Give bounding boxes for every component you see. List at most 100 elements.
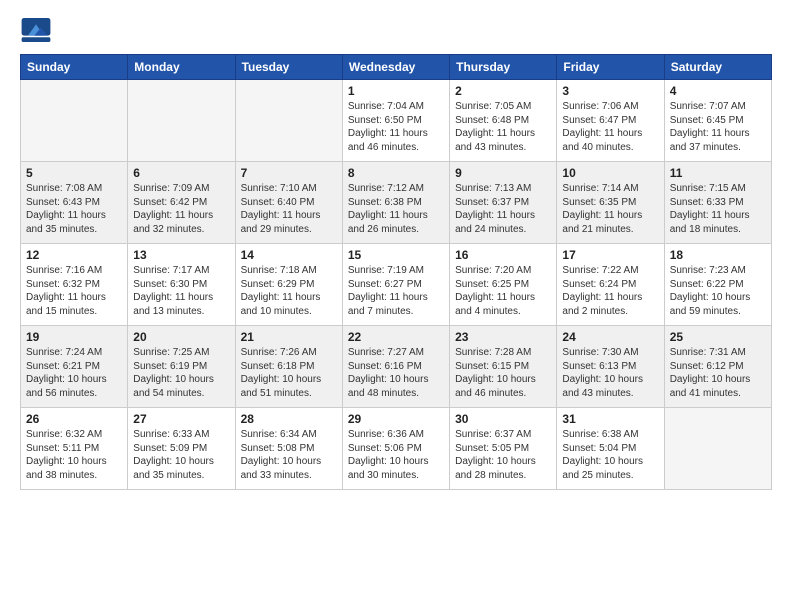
day-info: Sunrise: 7:31 AM Sunset: 6:12 PM Dayligh… (670, 346, 766, 400)
day-info: Sunrise: 6:32 AM Sunset: 5:11 PM Dayligh… (26, 428, 122, 482)
calendar-cell: 19 Sunrise: 7:24 AM Sunset: 6:21 PM Dayli… (21, 326, 128, 408)
day-number: 4 (670, 84, 766, 98)
day-info: Sunrise: 6:36 AM Sunset: 5:06 PM Dayligh… (348, 428, 444, 482)
day-number: 29 (348, 412, 444, 426)
calendar-cell: 26 Sunrise: 6:32 AM Sunset: 5:11 PM Dayli… (21, 408, 128, 490)
header (20, 16, 772, 44)
calendar-cell: 12 Sunrise: 7:16 AM Sunset: 6:32 PM Dayli… (21, 244, 128, 326)
weekday-header-row: SundayMondayTuesdayWednesdayThursdayFrid… (21, 55, 772, 80)
calendar-cell: 24 Sunrise: 7:30 AM Sunset: 6:13 PM Dayli… (557, 326, 664, 408)
calendar-cell (21, 80, 128, 162)
calendar-cell: 6Sunrise: 7:09 AM Sunset: 6:42 PM Daylig… (128, 162, 235, 244)
logo-icon (20, 16, 52, 44)
calendar-cell: 11 Sunrise: 7:15 AM Sunset: 6:33 PM Dayli… (664, 162, 771, 244)
day-number: 19 (26, 330, 122, 344)
day-info: Sunrise: 7:24 AM Sunset: 6:21 PM Dayligh… (26, 346, 122, 400)
day-number: 28 (241, 412, 337, 426)
day-number: 20 (133, 330, 229, 344)
calendar-cell: 10 Sunrise: 7:14 AM Sunset: 6:35 PM Dayli… (557, 162, 664, 244)
calendar-cell: 9 Sunrise: 7:13 AM Sunset: 6:37 PM Daylig… (450, 162, 557, 244)
week-row-1: 1 Sunrise: 7:04 AM Sunset: 6:50 PM Daylig… (21, 80, 772, 162)
day-info: Sunrise: 7:07 AM Sunset: 6:45 PM Dayligh… (670, 100, 766, 154)
weekday-header-saturday: Saturday (664, 55, 771, 80)
day-info: Sunrise: 7:10 AM Sunset: 6:40 PM Dayligh… (241, 182, 337, 236)
week-row-4: 19 Sunrise: 7:24 AM Sunset: 6:21 PM Dayli… (21, 326, 772, 408)
calendar-cell: 3 Sunrise: 7:06 AM Sunset: 6:47 PM Daylig… (557, 80, 664, 162)
day-info: Sunrise: 7:08 AM Sunset: 6:43 PM Dayligh… (26, 182, 122, 236)
day-info: Sunrise: 7:25 AM Sunset: 6:19 PM Dayligh… (133, 346, 229, 400)
calendar-cell: 27Sunrise: 6:33 AM Sunset: 5:09 PM Dayli… (128, 408, 235, 490)
day-info: Sunrise: 7:12 AM Sunset: 6:38 PM Dayligh… (348, 182, 444, 236)
day-number: 30 (455, 412, 551, 426)
calendar-cell: 18 Sunrise: 7:23 AM Sunset: 6:22 PM Dayli… (664, 244, 771, 326)
day-info: Sunrise: 7:22 AM Sunset: 6:24 PM Dayligh… (562, 264, 658, 318)
calendar-cell: 5 Sunrise: 7:08 AM Sunset: 6:43 PM Daylig… (21, 162, 128, 244)
day-info: Sunrise: 7:05 AM Sunset: 6:48 PM Dayligh… (455, 100, 551, 154)
calendar-cell (664, 408, 771, 490)
week-row-5: 26 Sunrise: 6:32 AM Sunset: 5:11 PM Dayli… (21, 408, 772, 490)
page: SundayMondayTuesdayWednesdayThursdayFrid… (0, 0, 792, 500)
day-number: 25 (670, 330, 766, 344)
day-info: Sunrise: 7:28 AM Sunset: 6:15 PM Dayligh… (455, 346, 551, 400)
day-info: Sunrise: 6:37 AM Sunset: 5:05 PM Dayligh… (455, 428, 551, 482)
day-number: 15 (348, 248, 444, 262)
week-row-2: 5 Sunrise: 7:08 AM Sunset: 6:43 PM Daylig… (21, 162, 772, 244)
calendar-cell: 30 Sunrise: 6:37 AM Sunset: 5:05 PM Dayli… (450, 408, 557, 490)
day-number: 3 (562, 84, 658, 98)
day-number: 7 (241, 166, 337, 180)
calendar-cell: 7 Sunrise: 7:10 AM Sunset: 6:40 PM Daylig… (235, 162, 342, 244)
calendar-cell: 23 Sunrise: 7:28 AM Sunset: 6:15 PM Dayli… (450, 326, 557, 408)
weekday-header-monday: Monday (128, 55, 235, 80)
day-info: Sunrise: 6:34 AM Sunset: 5:08 PM Dayligh… (241, 428, 337, 482)
calendar-table: SundayMondayTuesdayWednesdayThursdayFrid… (20, 54, 772, 490)
weekday-header-sunday: Sunday (21, 55, 128, 80)
calendar-cell: 29 Sunrise: 6:36 AM Sunset: 5:06 PM Dayli… (342, 408, 449, 490)
day-number: 16 (455, 248, 551, 262)
calendar-cell (128, 80, 235, 162)
day-number: 1 (348, 84, 444, 98)
day-number: 5 (26, 166, 122, 180)
weekday-header-wednesday: Wednesday (342, 55, 449, 80)
day-number: 31 (562, 412, 658, 426)
calendar-cell: 14Sunrise: 7:18 AM Sunset: 6:29 PM Dayli… (235, 244, 342, 326)
calendar-cell: 22Sunrise: 7:27 AM Sunset: 6:16 PM Dayli… (342, 326, 449, 408)
day-info: Sunrise: 7:15 AM Sunset: 6:33 PM Dayligh… (670, 182, 766, 236)
day-info: Sunrise: 7:09 AM Sunset: 6:42 PM Dayligh… (133, 182, 229, 236)
day-info: Sunrise: 7:04 AM Sunset: 6:50 PM Dayligh… (348, 100, 444, 154)
day-number: 9 (455, 166, 551, 180)
calendar-cell: 2Sunrise: 7:05 AM Sunset: 6:48 PM Daylig… (450, 80, 557, 162)
calendar-cell: 25 Sunrise: 7:31 AM Sunset: 6:12 PM Dayli… (664, 326, 771, 408)
calendar-cell: 1 Sunrise: 7:04 AM Sunset: 6:50 PM Daylig… (342, 80, 449, 162)
day-number: 23 (455, 330, 551, 344)
day-info: Sunrise: 7:16 AM Sunset: 6:32 PM Dayligh… (26, 264, 122, 318)
week-row-3: 12 Sunrise: 7:16 AM Sunset: 6:32 PM Dayli… (21, 244, 772, 326)
calendar-cell: 20 Sunrise: 7:25 AM Sunset: 6:19 PM Dayli… (128, 326, 235, 408)
day-info: Sunrise: 7:23 AM Sunset: 6:22 PM Dayligh… (670, 264, 766, 318)
logo (20, 16, 54, 44)
day-number: 24 (562, 330, 658, 344)
day-info: Sunrise: 7:17 AM Sunset: 6:30 PM Dayligh… (133, 264, 229, 318)
day-number: 8 (348, 166, 444, 180)
day-number: 12 (26, 248, 122, 262)
day-number: 27 (133, 412, 229, 426)
day-number: 10 (562, 166, 658, 180)
calendar-cell: 8 Sunrise: 7:12 AM Sunset: 6:38 PM Daylig… (342, 162, 449, 244)
day-number: 26 (26, 412, 122, 426)
day-info: Sunrise: 7:30 AM Sunset: 6:13 PM Dayligh… (562, 346, 658, 400)
calendar-cell: 15 Sunrise: 7:19 AM Sunset: 6:27 PM Dayli… (342, 244, 449, 326)
day-number: 11 (670, 166, 766, 180)
day-info: Sunrise: 7:26 AM Sunset: 6:18 PM Dayligh… (241, 346, 337, 400)
day-info: Sunrise: 7:13 AM Sunset: 6:37 PM Dayligh… (455, 182, 551, 236)
day-number: 13 (133, 248, 229, 262)
day-number: 21 (241, 330, 337, 344)
calendar-cell: 21 Sunrise: 7:26 AM Sunset: 6:18 PM Dayli… (235, 326, 342, 408)
calendar-cell (235, 80, 342, 162)
day-number: 17 (562, 248, 658, 262)
day-info: Sunrise: 7:20 AM Sunset: 6:25 PM Dayligh… (455, 264, 551, 318)
day-info: Sunrise: 7:14 AM Sunset: 6:35 PM Dayligh… (562, 182, 658, 236)
day-info: Sunrise: 7:18 AM Sunset: 6:29 PM Dayligh… (241, 264, 337, 318)
day-info: Sunrise: 7:19 AM Sunset: 6:27 PM Dayligh… (348, 264, 444, 318)
day-info: Sunrise: 7:06 AM Sunset: 6:47 PM Dayligh… (562, 100, 658, 154)
day-number: 18 (670, 248, 766, 262)
weekday-header-friday: Friday (557, 55, 664, 80)
